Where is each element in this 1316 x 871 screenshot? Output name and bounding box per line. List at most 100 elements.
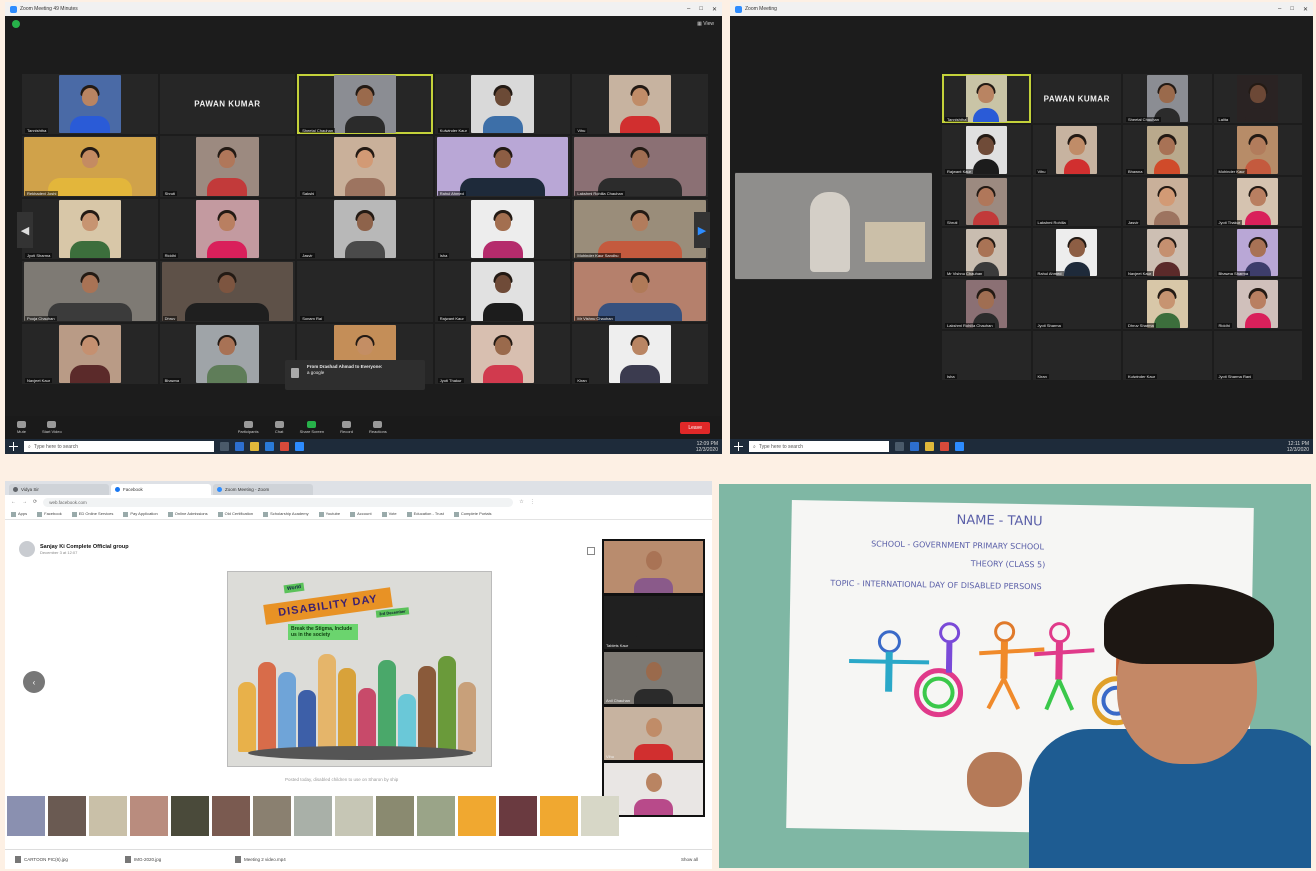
photo-thumbnail[interactable] bbox=[212, 796, 250, 836]
edge-icon[interactable] bbox=[910, 442, 919, 451]
participant-tile[interactable]: Rajwant Kaur bbox=[434, 261, 571, 322]
participant-tile[interactable]: Jyoti Sharma bbox=[22, 198, 158, 260]
bookmark-item[interactable]: Youtube bbox=[319, 511, 341, 516]
photo-thumbnail[interactable] bbox=[294, 796, 332, 836]
participant-tile[interactable]: Shruti bbox=[942, 176, 1031, 226]
store-icon[interactable] bbox=[265, 442, 274, 451]
toolbar-button-reactions[interactable]: Reactions bbox=[369, 421, 387, 434]
chat-notification[interactable]: From Drashad Ahmad to Everyone: a google bbox=[285, 360, 425, 390]
participant-tile[interactable]: Isha bbox=[434, 198, 571, 260]
show-all-button[interactable]: Show all bbox=[681, 857, 698, 862]
participant-tile[interactable]: Sakshi bbox=[297, 136, 433, 197]
taskbar-clock[interactable]: 12:11 PM 12/3/2020 bbox=[1287, 441, 1309, 453]
chrome-icon[interactable] bbox=[280, 442, 289, 451]
close-icon[interactable]: ✕ bbox=[1303, 6, 1308, 13]
window-controls[interactable]: – □ ✕ bbox=[687, 6, 717, 13]
taskbar-clock[interactable]: 12:09 PM 12/3/2020 bbox=[696, 441, 718, 453]
url-input[interactable]: web.facebook.com bbox=[43, 497, 514, 507]
participant-tile[interactable]: Vihu bbox=[572, 74, 708, 135]
participant-tile[interactable]: Dhruv Sharma bbox=[1123, 279, 1212, 329]
browser-tab[interactable]: Vidya Sir bbox=[9, 484, 109, 495]
camera-feed-tile[interactable]: Vihu bbox=[604, 707, 703, 760]
participant-tile[interactable]: Kiran bbox=[572, 323, 708, 384]
bookmark-item[interactable]: Facebook bbox=[37, 511, 62, 516]
participant-tile[interactable]: Mr Vishnu Chauhan bbox=[942, 227, 1031, 278]
bookmark-item[interactable]: Account bbox=[350, 511, 371, 516]
bookmark-item[interactable]: Education - Trust bbox=[407, 511, 444, 516]
toolbar-button-record[interactable]: Record bbox=[340, 421, 353, 434]
expand-icon[interactable] bbox=[587, 547, 595, 555]
star-icon[interactable]: ☆ bbox=[519, 499, 523, 505]
previous-photo-arrow[interactable]: ‹ bbox=[23, 671, 45, 693]
participant-tile[interactable]: Tannishtha bbox=[22, 74, 158, 135]
participant-tile[interactable]: Lalita bbox=[1213, 74, 1302, 124]
close-icon[interactable]: ✕ bbox=[712, 6, 717, 13]
toolbar-button-start-video[interactable]: Start Video bbox=[42, 421, 62, 434]
back-icon[interactable]: ← bbox=[11, 499, 16, 505]
participant-tile[interactable]: Jasvir bbox=[297, 198, 433, 260]
photo-thumbnail[interactable] bbox=[130, 796, 168, 836]
previous-page-arrow[interactable]: ◀ bbox=[17, 212, 33, 248]
bookmark-item[interactable]: Old Certification bbox=[218, 511, 253, 516]
windows-start-icon[interactable] bbox=[9, 442, 18, 451]
group-name[interactable]: Sanjay Ki Complete Official group bbox=[40, 544, 129, 550]
toolbar-button-participants[interactable]: Participants bbox=[238, 421, 259, 434]
participant-tile[interactable]: Kiran bbox=[1032, 330, 1121, 380]
bookmark-item[interactable]: Pay Application bbox=[123, 511, 157, 516]
reload-icon[interactable]: ⟳ bbox=[33, 499, 37, 505]
participant-tile[interactable]: Lakshmi Rohilla Chauhan bbox=[572, 136, 708, 197]
participant-tile[interactable]: Isha bbox=[942, 330, 1031, 380]
participant-tile[interactable]: Sheetal Chauhan bbox=[297, 74, 433, 135]
camera-feed-tile[interactable] bbox=[604, 541, 703, 594]
zoom-taskbar-icon[interactable] bbox=[295, 442, 304, 451]
participant-tile[interactable]: Jyoti Sharma Rani bbox=[1213, 330, 1302, 380]
task-view-icon[interactable] bbox=[220, 442, 229, 451]
camera-feed-tile[interactable]: Anil Chauhan bbox=[604, 651, 703, 705]
photo-thumbnail[interactable] bbox=[48, 796, 86, 836]
windows-start-icon[interactable] bbox=[734, 442, 743, 451]
toolbar-button-mute[interactable]: Mute bbox=[17, 421, 26, 434]
participant-tile[interactable]: Kulwinder Kaur bbox=[434, 74, 571, 135]
download-item[interactable]: IMG-2020.jpg bbox=[125, 856, 225, 863]
participant-tile[interactable]: Jyoti Thakur bbox=[1213, 176, 1302, 226]
photo-thumbnail[interactable] bbox=[417, 796, 455, 836]
task-view-icon[interactable] bbox=[895, 442, 904, 451]
photo-thumbnail[interactable] bbox=[335, 796, 373, 836]
participant-tile[interactable]: Navjeet Kaur bbox=[1123, 227, 1212, 278]
security-shield-icon[interactable] bbox=[12, 20, 20, 28]
participant-tile[interactable]: PAWAN KUMAR bbox=[1032, 74, 1121, 124]
photo-thumbnail[interactable] bbox=[89, 796, 127, 836]
participant-tile[interactable]: Riddhi bbox=[1213, 279, 1302, 329]
participant-tile[interactable]: Rahul Ahmed bbox=[434, 136, 571, 197]
minimize-icon[interactable]: – bbox=[1278, 6, 1281, 13]
bookmark-item[interactable]: Vote bbox=[382, 511, 397, 516]
browser-tab[interactable]: Zoom Meeting - Zoom bbox=[213, 484, 313, 495]
participant-tile[interactable]: Tannishtha bbox=[942, 74, 1031, 124]
participant-tile[interactable]: Vihu bbox=[1032, 125, 1121, 175]
participant-tile[interactable]: PAWAN KUMAR bbox=[159, 74, 296, 135]
folder-icon[interactable] bbox=[250, 442, 259, 451]
photo-thumbnail[interactable] bbox=[581, 796, 619, 836]
maximize-icon[interactable]: □ bbox=[1290, 6, 1294, 13]
participant-tile[interactable]: Lakshmi Rohilla bbox=[1032, 176, 1121, 226]
photo-thumbnail[interactable] bbox=[458, 796, 496, 836]
menu-icon[interactable]: ⋮ bbox=[530, 499, 535, 505]
participant-tile[interactable]: Pooja Chauhan bbox=[22, 261, 158, 322]
participant-tile[interactable]: Bhawna Sharma bbox=[1213, 227, 1302, 278]
bookmark-item[interactable]: Apps bbox=[11, 511, 27, 516]
participant-tile[interactable]: Mohinder Kaur Sandhu bbox=[572, 198, 708, 260]
participant-tile[interactable]: Lakshmi Rohilla Chauhan bbox=[942, 279, 1031, 329]
window-controls[interactable]: – □ ✕ bbox=[1278, 6, 1308, 13]
group-avatar[interactable] bbox=[19, 541, 35, 557]
participant-tile[interactable]: Kulwinder Kaur bbox=[1123, 330, 1212, 380]
download-item[interactable]: Meeting 2 video.mp4 bbox=[235, 856, 335, 863]
participant-tile[interactable]: Bhawna bbox=[1123, 125, 1212, 175]
participant-tile[interactable]: Mohinder Kaur bbox=[1213, 125, 1302, 175]
zoom-taskbar-icon[interactable] bbox=[955, 442, 964, 451]
bookmark-item[interactable]: ED Online Services bbox=[72, 511, 114, 516]
participant-tile[interactable]: Riddhi bbox=[159, 198, 296, 260]
post-date[interactable]: December 3 at 12:07 bbox=[40, 550, 129, 555]
participant-tile[interactable]: Navjeet Kaur bbox=[22, 323, 158, 384]
disability-day-poster[interactable]: World DISABILITY DAY 3rd December Break … bbox=[227, 571, 492, 767]
participant-tile[interactable]: Jasvir bbox=[1123, 176, 1212, 226]
